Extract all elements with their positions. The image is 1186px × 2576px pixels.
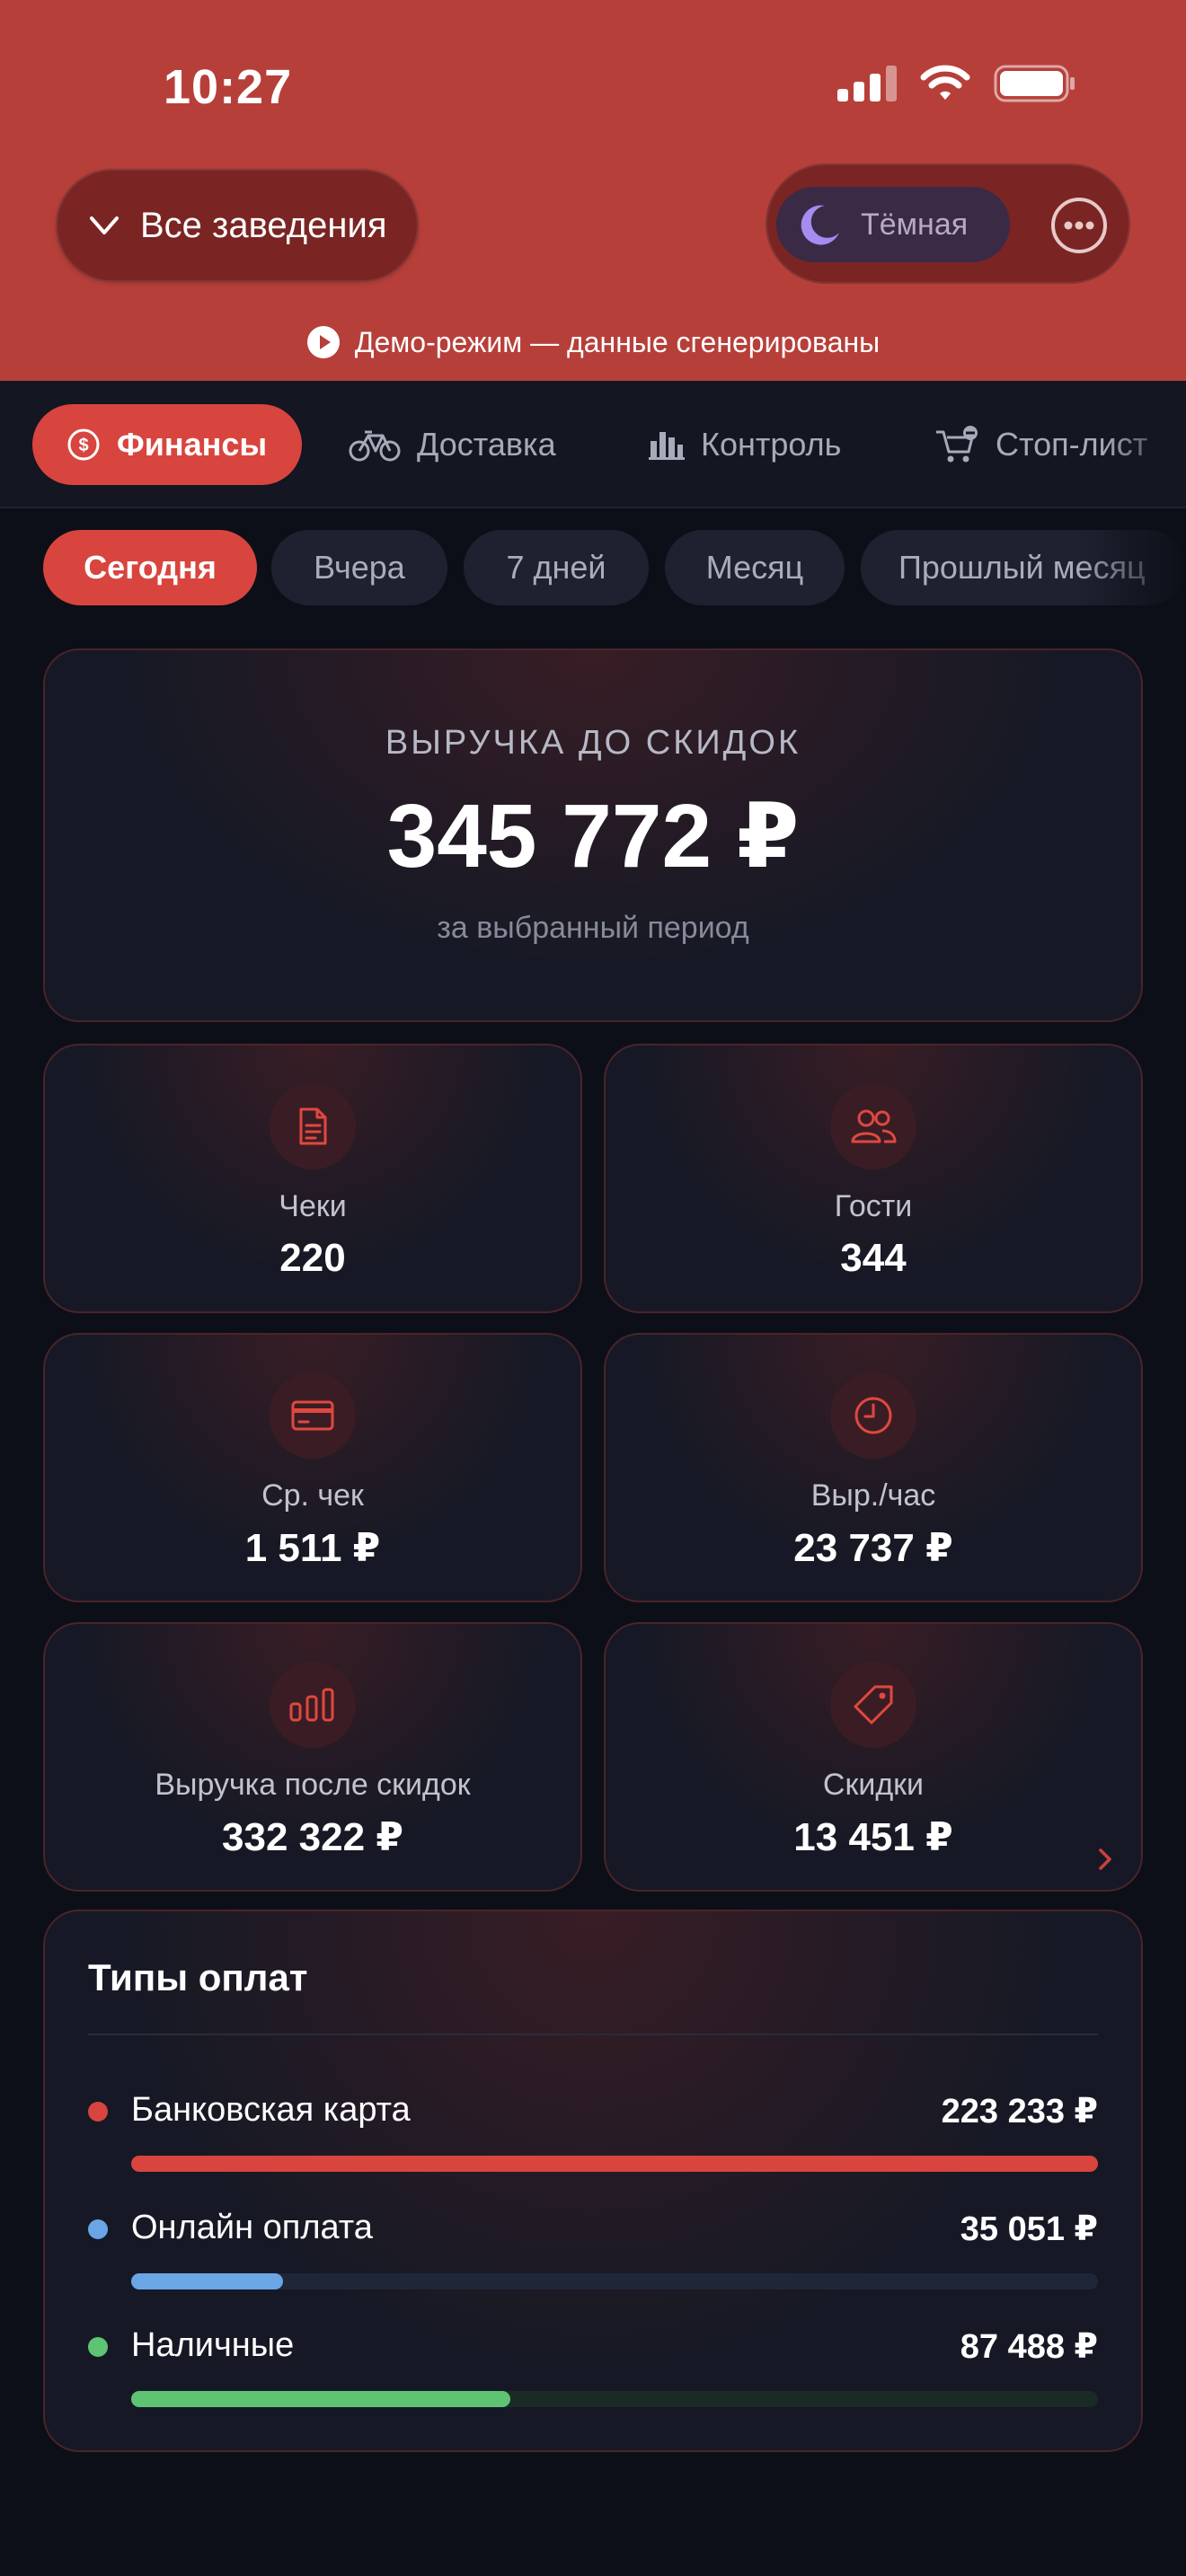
play-icon	[306, 326, 340, 358]
payment-amount: 87 488 ₽	[960, 2328, 1098, 2366]
bar-chart-icon	[649, 432, 685, 460]
revenue-card: ВЫРУЧКА ДО СКИДОК 345 772 ₽ за выбранный…	[43, 648, 1143, 1022]
period-7-days-label: 7 дней	[506, 549, 606, 586]
cart-minus-icon	[936, 426, 978, 463]
metric-value: 344	[840, 1236, 907, 1280]
payment-amount: 35 051 ₽	[960, 2210, 1098, 2248]
tab-control-label: Контроль	[701, 426, 842, 463]
payment-color-dot	[88, 2102, 108, 2122]
demo-mode-text: Демо-режим — данные сгенерированы	[354, 325, 881, 358]
metric-card-revenue-per-hour[interactable]: Выр./час 23 737 ₽	[604, 1333, 1143, 1602]
payment-types-title: Типы оплат	[88, 1956, 308, 1998]
period-month-label: Месяц	[705, 549, 804, 586]
moon-icon	[801, 205, 839, 245]
period-yesterday[interactable]: Вчера	[271, 530, 447, 605]
venue-selector-button[interactable]: Все заведения	[56, 169, 419, 282]
metric-value: 220	[279, 1236, 346, 1280]
tab-control[interactable]: Контроль	[649, 404, 841, 485]
demo-mode-banner: Демо-режим — данные сгенерированы	[0, 325, 1186, 359]
payment-bar-fill	[131, 2273, 283, 2289]
payment-bar-fill	[131, 2391, 510, 2407]
payment-color-dot	[88, 2337, 108, 2357]
metric-label: Выр./час	[810, 1478, 936, 1513]
revenue-value: 345 772 ₽	[386, 786, 800, 887]
payment-color-dot	[88, 2219, 108, 2239]
metric-card-avg-check[interactable]: Ср. чек 1 511 ₽	[43, 1333, 582, 1602]
chevron-right-icon[interactable]	[1094, 1845, 1116, 1874]
metric-card-guests[interactable]: Гости 344	[604, 1044, 1143, 1313]
payment-row: Онлайн оплата 35 051 ₽	[88, 2203, 1098, 2289]
wifi-icon	[920, 65, 970, 100]
metric-label: Гости	[834, 1189, 913, 1223]
bicycle-icon	[349, 430, 401, 462]
header: 10:27 Все заведения Тёмная Демо-режим — …	[0, 0, 1186, 381]
metric-value: 13 451 ₽	[793, 1815, 953, 1859]
tab-delivery-label: Доставка	[417, 426, 556, 463]
payment-bar-track	[131, 2391, 1098, 2407]
venue-selector-label: Все заведения	[140, 205, 387, 245]
users-icon	[851, 1109, 897, 1143]
chips-fade	[1078, 525, 1186, 611]
metric-label: Ср. чек	[261, 1478, 364, 1513]
payment-bar-fill	[131, 2156, 1098, 2172]
metric-card-discounts[interactable]: Скидки 13 451 ₽	[604, 1622, 1143, 1892]
tag-icon	[854, 1685, 893, 1725]
metric-card-revenue-after-discounts[interactable]: Выручка после скидок 332 322 ₽	[43, 1622, 582, 1892]
revenue-label: ВЫРУЧКА ДО СКИДОК	[385, 724, 801, 762]
battery-icon	[994, 65, 1075, 102]
bar-chart-icon	[289, 1688, 334, 1722]
svg-text:$: $	[78, 436, 88, 455]
section-tabs: $ Финансы Доставка Контроль Стоп-лист	[0, 381, 1186, 508]
period-month[interactable]: Месяц	[665, 530, 845, 605]
payment-name: Наличные	[131, 2326, 295, 2364]
chevron-down-icon	[90, 216, 119, 234]
metric-label: Выручка после скидок	[155, 1768, 471, 1802]
payment-name: Банковская карта	[131, 2091, 411, 2129]
period-today-label: Сегодня	[84, 549, 217, 586]
divider	[88, 2033, 1098, 2035]
status-icons	[837, 65, 1076, 102]
signal-icon	[837, 66, 897, 101]
payment-bar-track	[131, 2156, 1098, 2172]
payment-row: Наличные 87 488 ₽	[88, 2321, 1098, 2407]
tab-delivery[interactable]: Доставка	[349, 404, 556, 485]
payment-name: Онлайн оплата	[131, 2209, 373, 2246]
tabs-fade	[1105, 381, 1186, 507]
receipt-icon	[299, 1107, 327, 1145]
metric-value: 23 737 ₽	[793, 1526, 953, 1570]
metric-card-checks[interactable]: Чеки 220	[43, 1044, 582, 1313]
metric-value: 1 511 ₽	[244, 1526, 381, 1570]
dollar-circle-icon: $	[67, 428, 100, 461]
credit-card-icon	[291, 1400, 334, 1431]
period-today[interactable]: Сегодня	[43, 530, 257, 605]
tab-finances[interactable]: $ Финансы	[32, 404, 302, 485]
revenue-subtitle: за выбранный период	[437, 911, 749, 945]
clock-icon	[854, 1397, 892, 1434]
payment-row: Банковская карта 223 233 ₽	[88, 2086, 1098, 2172]
metric-label: Скидки	[822, 1768, 925, 1802]
theme-toggle-label: Тёмная	[861, 207, 969, 242]
metric-value: 332 322 ₽	[222, 1815, 403, 1859]
metric-label: Чеки	[279, 1189, 347, 1223]
tab-finances-label: Финансы	[117, 426, 268, 463]
period-yesterday-label: Вчера	[314, 549, 405, 586]
theme-toggle[interactable]: Тёмная	[776, 187, 1010, 262]
more-options-icon[interactable]	[1049, 196, 1109, 255]
status-time: 10:27	[164, 60, 293, 114]
payment-amount: 223 233 ₽	[941, 2093, 1098, 2130]
period-7-days[interactable]: 7 дней	[464, 530, 649, 605]
payment-types-card: Типы оплат Банковская карта 223 233 ₽ Он…	[43, 1910, 1143, 2452]
payment-bar-track	[131, 2273, 1098, 2289]
